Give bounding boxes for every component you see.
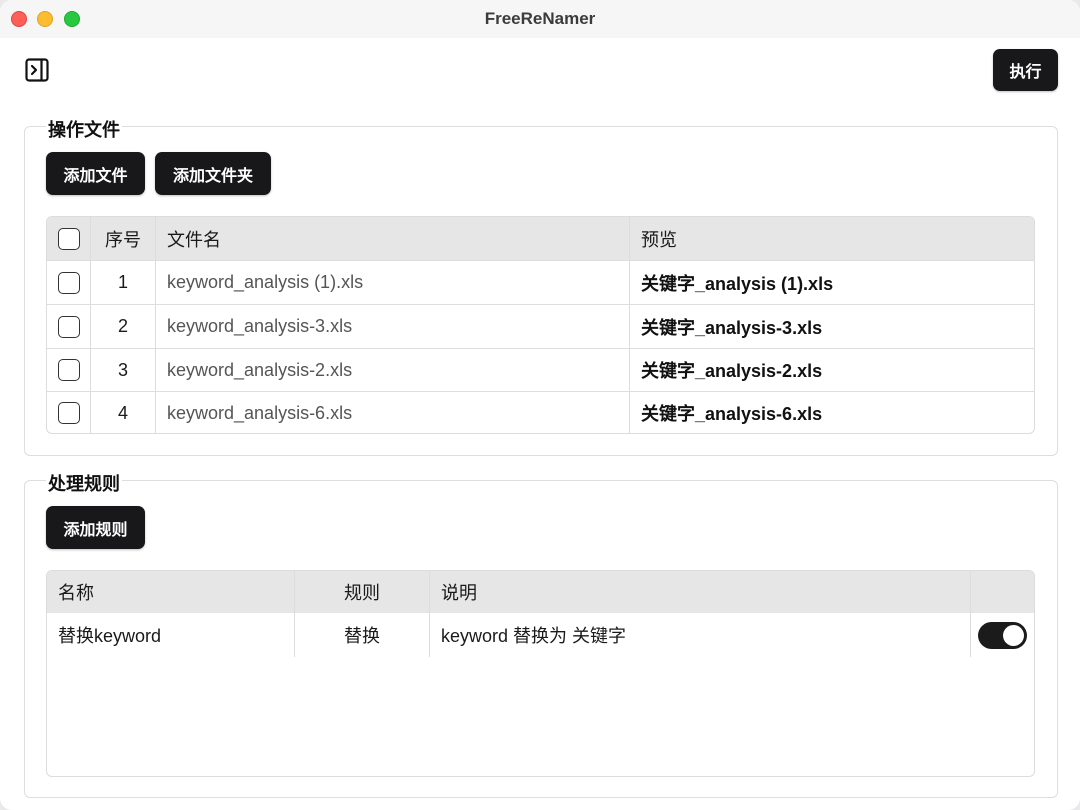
rule-description: keyword 替换为 关键字 <box>430 613 971 657</box>
row-preview: 关键字_analysis-6.xls <box>641 404 823 424</box>
table-row[interactable]: 4 keyword_analysis-6.xls 关键字_analysis-6.… <box>47 391 1034 433</box>
column-header-filename: 文件名 <box>156 217 630 260</box>
row-preview: 关键字_analysis-3.xls <box>641 317 823 338</box>
rules-panel: 处理规则 添加规则 名称 规则 说明 替换keyword 替换 keyword … <box>24 470 1058 798</box>
column-header-rule: 规则 <box>295 571 430 613</box>
row-index: 4 <box>91 392 156 433</box>
files-table: 序号 文件名 预览 1 keyword_analysis (1).xls 关键字… <box>46 216 1035 434</box>
execute-button[interactable]: 执行 <box>993 49 1058 91</box>
row-checkbox[interactable] <box>57 402 80 424</box>
row-preview: 关键字_analysis (1).xls <box>641 273 834 294</box>
row-index: 3 <box>91 349 156 391</box>
column-header-description: 说明 <box>430 571 971 613</box>
rule-enabled-toggle[interactable] <box>978 621 1027 649</box>
toggle-knob <box>1003 624 1024 646</box>
column-header-index: 序号 <box>91 217 156 260</box>
row-index: 2 <box>91 305 156 348</box>
sidebar-toggle-icon[interactable] <box>25 58 49 82</box>
table-row[interactable]: 3 keyword_analysis-2.xls 关键字_analysis-2.… <box>47 348 1034 391</box>
title-bar: FreeReNamer <box>0 0 1080 38</box>
row-checkbox[interactable] <box>57 315 80 338</box>
files-table-header: 序号 文件名 预览 <box>47 217 1034 260</box>
row-checkbox[interactable] <box>57 271 80 294</box>
rules-table: 名称 规则 说明 替换keyword 替换 keyword 替换为 关键字 <box>46 570 1035 777</box>
rule-name: 替换keyword <box>47 613 295 657</box>
table-row[interactable]: 替换keyword 替换 keyword 替换为 关键字 <box>47 613 1034 657</box>
rules-panel-title: 处理规则 <box>46 470 122 496</box>
app-window: FreeReNamer 执行 操作文件 添加文件 添加文件夹 序号 文件名 预览… <box>0 0 1080 810</box>
row-filename: keyword_analysis-3.xls <box>156 305 630 348</box>
add-rule-button[interactable]: 添加规则 <box>46 506 145 549</box>
row-preview: 关键字_analysis-2.xls <box>641 361 823 381</box>
rules-table-header: 名称 规则 说明 <box>47 571 1034 613</box>
row-checkbox[interactable] <box>57 359 80 381</box>
add-file-button[interactable]: 添加文件 <box>46 152 145 195</box>
add-folder-button[interactable]: 添加文件夹 <box>155 152 271 195</box>
column-header-name: 名称 <box>47 571 295 613</box>
files-panel-title: 操作文件 <box>46 116 122 142</box>
table-row[interactable]: 2 keyword_analysis-3.xls 关键字_analysis-3.… <box>47 304 1034 348</box>
files-panel: 操作文件 添加文件 添加文件夹 序号 文件名 预览 1 keyword_anal… <box>24 116 1058 456</box>
table-row[interactable]: 1 keyword_analysis (1).xls 关键字_analysis … <box>47 260 1034 304</box>
select-all-checkbox[interactable] <box>57 227 80 250</box>
row-filename: keyword_analysis-6.xls <box>156 392 630 433</box>
row-filename: keyword_analysis-2.xls <box>156 349 630 391</box>
row-filename: keyword_analysis (1).xls <box>156 261 630 304</box>
window-title: FreeReNamer <box>484 9 596 28</box>
rule-type: 替换 <box>295 613 430 657</box>
column-header-preview: 预览 <box>641 229 677 250</box>
column-header-enabled <box>971 571 1034 613</box>
row-index: 1 <box>91 261 156 304</box>
